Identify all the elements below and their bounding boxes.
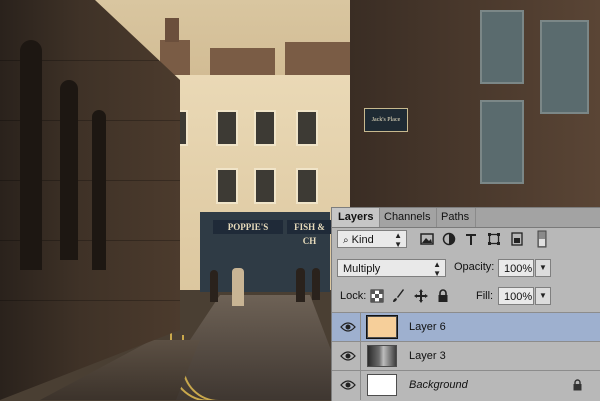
shop-sign-2: FISH & CH xyxy=(287,220,332,246)
eye-icon[interactable] xyxy=(340,379,356,391)
chimney xyxy=(165,18,179,42)
chevron-updown-icon: ▲ ▼ xyxy=(394,231,402,249)
window xyxy=(254,168,276,204)
eye-icon[interactable] xyxy=(340,350,356,362)
cyclist xyxy=(232,268,244,306)
window xyxy=(540,20,589,114)
window xyxy=(480,100,524,184)
pedestrian xyxy=(210,270,218,302)
tab-channels[interactable]: Channels xyxy=(378,208,438,227)
lock-transparent-icon[interactable] xyxy=(370,289,384,303)
fill-input[interactable]: 100% xyxy=(498,287,534,305)
tab-layers[interactable]: Layers xyxy=(332,208,381,227)
window xyxy=(296,110,318,146)
wall-arch xyxy=(20,40,42,270)
layer-name[interactable]: Layer 6 xyxy=(409,321,446,333)
pedestrian xyxy=(296,268,305,302)
filter-toggle-icon[interactable] xyxy=(537,230,547,248)
layer-row-background[interactable]: Background xyxy=(332,370,600,400)
layer-thumbnail xyxy=(367,374,397,396)
kind-filter-label: Kind xyxy=(351,234,374,246)
lock-all-icon[interactable] xyxy=(436,289,450,303)
layer-row-layer-6[interactable]: Layer 6 xyxy=(332,312,600,342)
row-divider xyxy=(360,313,361,342)
smart-object-filter-icon[interactable] xyxy=(510,232,524,246)
wall-arch xyxy=(60,80,78,260)
window xyxy=(216,168,238,204)
blend-mode-value: Multiply xyxy=(343,263,381,275)
row-divider xyxy=(360,342,361,371)
adjustment-filter-icon[interactable] xyxy=(442,232,456,246)
pedestrian xyxy=(312,268,320,300)
layer-name[interactable]: Background xyxy=(409,379,468,391)
opacity-input[interactable]: 100% xyxy=(498,259,534,277)
layers-panel: Layers Channels Paths ⌕ Kind ▲ ▼ Multiply… xyxy=(331,207,600,401)
window xyxy=(480,10,524,84)
layer-name[interactable]: Layer 3 xyxy=(409,350,446,362)
lock-move-icon[interactable] xyxy=(414,289,428,303)
opacity-label: Opacity: xyxy=(454,261,495,273)
shape-filter-icon[interactable] xyxy=(487,232,501,246)
blend-mode-select[interactable]: Multiply ▲ ▼ xyxy=(337,259,446,278)
type-filter-icon[interactable] xyxy=(464,232,478,246)
hanging-sign: Jack's Place xyxy=(364,108,408,132)
opacity-dropdown-button[interactable]: ▼ xyxy=(535,259,551,277)
window xyxy=(216,110,238,146)
lock-icon xyxy=(573,379,582,391)
kind-filter-select[interactable]: ⌕ Kind ▲ ▼ xyxy=(337,230,407,249)
window xyxy=(296,168,318,204)
eye-icon[interactable] xyxy=(340,321,356,333)
row-divider xyxy=(360,371,361,400)
layer-row-layer-3[interactable]: Layer 3 xyxy=(332,341,600,371)
chevron-updown-icon: ▲ ▼ xyxy=(433,260,441,278)
layer-thumbnail xyxy=(367,345,397,367)
fill-label: Fill: xyxy=(476,290,494,302)
fill-dropdown-button[interactable]: ▼ xyxy=(535,287,551,305)
wall-arch xyxy=(92,110,106,270)
tab-paths[interactable]: Paths xyxy=(435,208,477,227)
shop-sign: POPPIE'S xyxy=(213,220,283,234)
lock-paint-icon[interactable] xyxy=(392,289,406,303)
window xyxy=(254,110,276,146)
panel-tab-bar: Layers Channels Paths xyxy=(332,208,600,228)
layer-thumbnail xyxy=(366,315,398,339)
search-icon: ⌕ xyxy=(343,235,349,246)
lock-label: Lock: xyxy=(340,290,367,302)
image-filter-icon[interactable] xyxy=(420,232,434,246)
